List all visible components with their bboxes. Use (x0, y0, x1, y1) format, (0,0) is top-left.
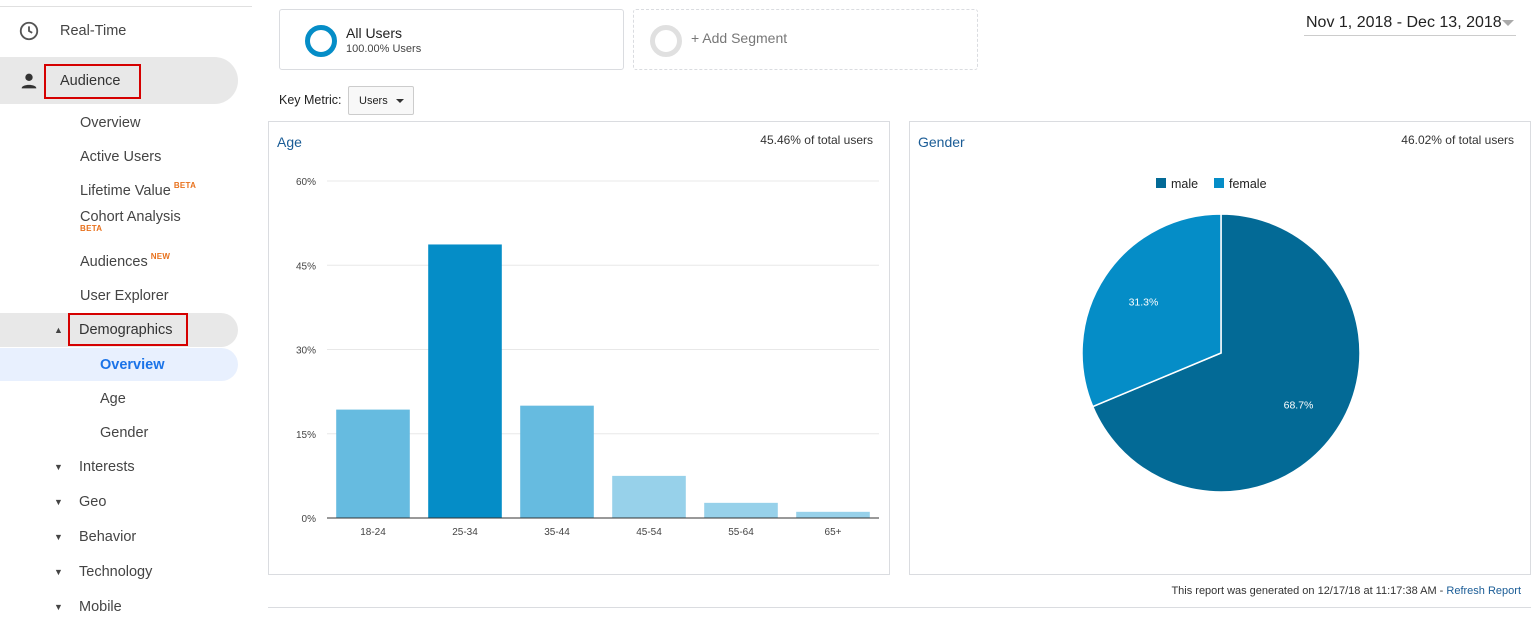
sidebar-divider (0, 6, 252, 7)
clock-icon (19, 21, 39, 41)
person-icon (21, 73, 37, 88)
age-bar (612, 475, 686, 518)
sidebar-item-age[interactable]: Age (0, 382, 238, 416)
caret-down-icon: ▼ (54, 497, 63, 507)
legend-label: male (1171, 177, 1198, 191)
sidebar-item-audiences[interactable]: Audiences NEW (0, 245, 238, 279)
sidebar-item-user-explorer[interactable]: User Explorer (0, 279, 238, 313)
x-tick-label: 45-54 (636, 527, 662, 538)
key-metric-label: Key Metric: (279, 93, 342, 107)
beta-badge: BETA (80, 224, 103, 233)
pie-slice-label: 31.3% (1129, 296, 1159, 308)
segment-percentage: 100.00% Users (346, 43, 422, 55)
sidebar-item-interests[interactable]: ▼ Interests (0, 450, 238, 484)
sidebar-item-label: Active Users (80, 149, 162, 165)
empty-ring-icon (650, 25, 682, 57)
sidebar-item-label: Gender (100, 425, 149, 441)
pie-slice-label: 68.7% (1284, 400, 1314, 412)
new-badge: NEW (150, 252, 171, 261)
main-content: All Users 100.00% Users + Add Segment No… (268, 0, 1539, 623)
sidebar-item-active-users[interactable]: Active Users (0, 140, 238, 174)
segment-name: All Users (346, 25, 403, 41)
date-range-text: Nov 1, 2018 - Dec 13, 2018 (1306, 14, 1502, 31)
sidebar-item-label: Behavior (79, 529, 137, 545)
sidebar-item-label: Mobile (79, 599, 122, 615)
report-generated-text: This report was generated on 12/17/18 at… (1171, 585, 1447, 597)
report-footer: This report was generated on 12/17/18 at… (1171, 585, 1521, 597)
sidebar-item-label: Real-Time (60, 23, 127, 39)
legend-swatch (1214, 178, 1224, 188)
sidebar-item-demographics-overview[interactable]: Overview (0, 348, 238, 381)
x-tick-label: 65+ (825, 527, 842, 538)
age-bar (796, 511, 870, 518)
sidebar-item-geo[interactable]: ▼ Geo (0, 485, 238, 519)
sidebar-item-realtime[interactable]: Real-Time (0, 14, 238, 48)
demographics-highlight-box (68, 313, 188, 346)
dropdown-arrow-icon (396, 99, 404, 103)
sidebar-item-label: Cohort Analysis (80, 209, 181, 225)
footer-divider (268, 607, 1531, 608)
sidebar-item-label: Lifetime Value (80, 183, 171, 199)
caret-up-icon: ▲ (54, 325, 63, 335)
y-tick-label: 30% (296, 346, 316, 357)
x-tick-label: 25-34 (452, 527, 478, 538)
add-segment-label: + Add Segment (691, 30, 788, 46)
sidebar-item-label: User Explorer (80, 288, 169, 304)
sidebar-item-label: Geo (79, 494, 107, 510)
x-tick-label: 55-64 (728, 527, 754, 538)
sidebar: Real-Time Audience Overview Active Users… (0, 0, 252, 623)
key-metric-value: Users (359, 95, 388, 107)
add-segment-button[interactable]: + Add Segment (633, 9, 978, 70)
sidebar-item-label: Technology (79, 564, 153, 580)
caret-down-icon: ▼ (54, 567, 63, 577)
sidebar-item-behavior[interactable]: ▼ Behavior (0, 520, 238, 554)
age-bar (428, 244, 502, 518)
sidebar-item-gender[interactable]: Gender (0, 416, 238, 450)
sidebar-item-label: Age (100, 391, 126, 407)
gender-pie-chart: male female 68.7% 31.3% (1081, 177, 1361, 493)
sidebar-item-label-wrap: Lifetime Value BETA (80, 181, 197, 199)
beta-badge: BETA (173, 181, 197, 190)
age-bar (336, 409, 410, 518)
sidebar-item-technology[interactable]: ▼ Technology (0, 555, 238, 589)
x-tick-label: 35-44 (544, 527, 570, 538)
legend-label: female (1229, 177, 1267, 191)
y-tick-label: 45% (296, 261, 316, 272)
sidebar-item-label-wrap: Audiences NEW (80, 252, 171, 270)
age-bar-chart: 0% 15% 30% 45% 60% 18-24 25-34 35-44 45-54 55-64 6… (296, 177, 879, 538)
key-metric-select[interactable]: Users (348, 86, 414, 115)
caret-down-icon: ▼ (54, 532, 63, 542)
sidebar-item-label: Interests (79, 459, 135, 475)
audience-highlight-box (44, 64, 141, 99)
age-panel: Age 45.46% of total users 0% 15% 30% 45% 60%… (268, 121, 890, 575)
gender-panel: Gender 46.02% of total users male female 6… (909, 121, 1531, 575)
sidebar-item-label: Overview (80, 115, 141, 131)
caret-down-icon: ▼ (54, 602, 63, 612)
chevron-down-icon (1502, 20, 1514, 26)
age-bar (520, 405, 594, 518)
sidebar-item-mobile[interactable]: ▼ Mobile (0, 590, 238, 623)
legend-swatch (1156, 178, 1166, 188)
sidebar-item-label: Audiences (80, 254, 148, 270)
sidebar-item-cohort-analysis[interactable]: Cohort Analysis BETA (0, 200, 238, 234)
caret-down-icon: ▼ (54, 462, 63, 472)
date-range-picker[interactable]: Nov 1, 2018 - Dec 13, 2018 (1304, 12, 1516, 36)
segment-ring-icon (305, 25, 337, 57)
sidebar-item-label: Overview (100, 356, 165, 373)
refresh-report-link[interactable]: Refresh Report (1446, 585, 1521, 597)
age-bar (704, 502, 778, 518)
y-tick-label: 60% (296, 177, 316, 188)
y-tick-label: 15% (296, 430, 316, 441)
x-tick-label: 18-24 (360, 527, 386, 538)
segment-all-users[interactable]: All Users 100.00% Users (279, 9, 624, 70)
y-tick-label: 0% (302, 514, 317, 525)
sidebar-item-overview[interactable]: Overview (0, 106, 238, 140)
